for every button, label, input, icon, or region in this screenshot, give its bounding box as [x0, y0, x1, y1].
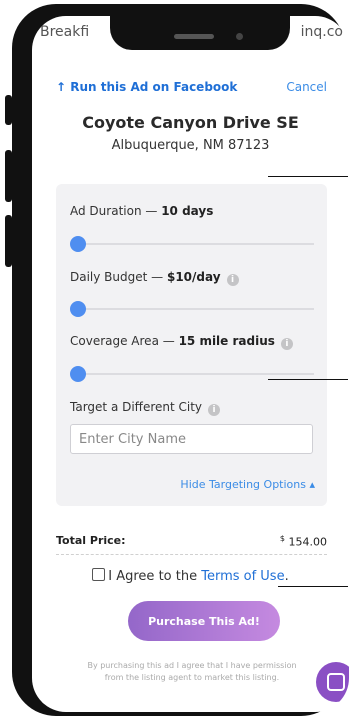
- total-divider: [56, 554, 327, 555]
- volume-up-button: [5, 95, 12, 125]
- currency-symbol: $: [279, 534, 285, 543]
- target-city-label: Target a Different City i: [70, 400, 221, 416]
- phone-screen: Breakfi inq.co ↑ Run this Ad on Facebook…: [32, 16, 349, 712]
- background-url-left: Breakfi: [40, 24, 90, 40]
- total-price-label: Total Price:: [56, 534, 126, 547]
- coverage-area-label: Coverage Area — 15 mile radius i: [70, 334, 293, 350]
- info-icon[interactable]: i: [280, 338, 293, 350]
- ad-duration-value: 10 days: [161, 204, 214, 218]
- chat-button[interactable]: [316, 662, 349, 702]
- phone-frame: Breakfi inq.co ↑ Run this Ad on Facebook…: [12, 4, 349, 716]
- checkbox-icon[interactable]: [92, 568, 106, 581]
- daily-budget-slider-thumb[interactable]: [70, 301, 86, 317]
- daily-budget-track[interactable]: [78, 308, 314, 310]
- power-button: [5, 215, 12, 267]
- coverage-area-value: 15 mile radius: [178, 334, 275, 348]
- daily-budget-label: Daily Budget — $10/day i: [70, 270, 239, 286]
- ad-duration-label: Ad Duration — 10 days: [70, 204, 214, 218]
- agree-terms-row: I Agree to the Terms of Use.: [42, 568, 339, 584]
- annotation-line: [268, 379, 348, 380]
- phone-notch: [110, 16, 290, 50]
- front-camera: [236, 33, 243, 40]
- chat-icon: [327, 673, 345, 691]
- purchase-disclaimer: By purchasing this ad I agree that I hav…: [87, 661, 297, 682]
- arrow-up-icon: ↑: [56, 80, 71, 94]
- agree-text-end: .: [284, 569, 289, 584]
- speaker-grille: [174, 34, 214, 39]
- background-url-right: inq.co: [300, 24, 343, 40]
- coverage-area-slider-thumb[interactable]: [70, 366, 86, 382]
- hide-targeting-options-link[interactable]: Hide Targeting Options ▴: [180, 478, 315, 491]
- annotation-line: [268, 176, 348, 177]
- ad-duration-track[interactable]: [78, 243, 314, 245]
- total-price-value: $ 154.00: [279, 534, 327, 549]
- terms-of-use-link[interactable]: Terms of Use: [201, 569, 284, 584]
- coverage-area-track[interactable]: [78, 373, 314, 375]
- listing-address: Albuquerque, NM 87123: [111, 138, 270, 153]
- agree-text: I Agree to the: [108, 569, 202, 584]
- daily-budget-value: $10/day: [166, 270, 221, 284]
- info-icon[interactable]: i: [226, 274, 239, 286]
- run-ad-facebook-link[interactable]: ↑ Run this Ad on Facebook: [56, 80, 237, 94]
- targeting-panel: Ad Duration — 10 days Daily Budget — $10…: [56, 184, 327, 506]
- ad-duration-slider-thumb[interactable]: [70, 236, 86, 252]
- annotation-line: [278, 586, 348, 587]
- listing-title: Coyote Canyon Drive SE: [82, 113, 299, 132]
- ad-purchase-modal: ↑ Run this Ad on Facebook Cancel Coyote …: [42, 56, 339, 704]
- city-name-input[interactable]: [70, 424, 313, 454]
- volume-down-button: [5, 150, 12, 202]
- cancel-link[interactable]: Cancel: [286, 80, 327, 94]
- purchase-ad-button[interactable]: Purchase This Ad!: [128, 601, 280, 641]
- info-icon[interactable]: i: [208, 404, 221, 416]
